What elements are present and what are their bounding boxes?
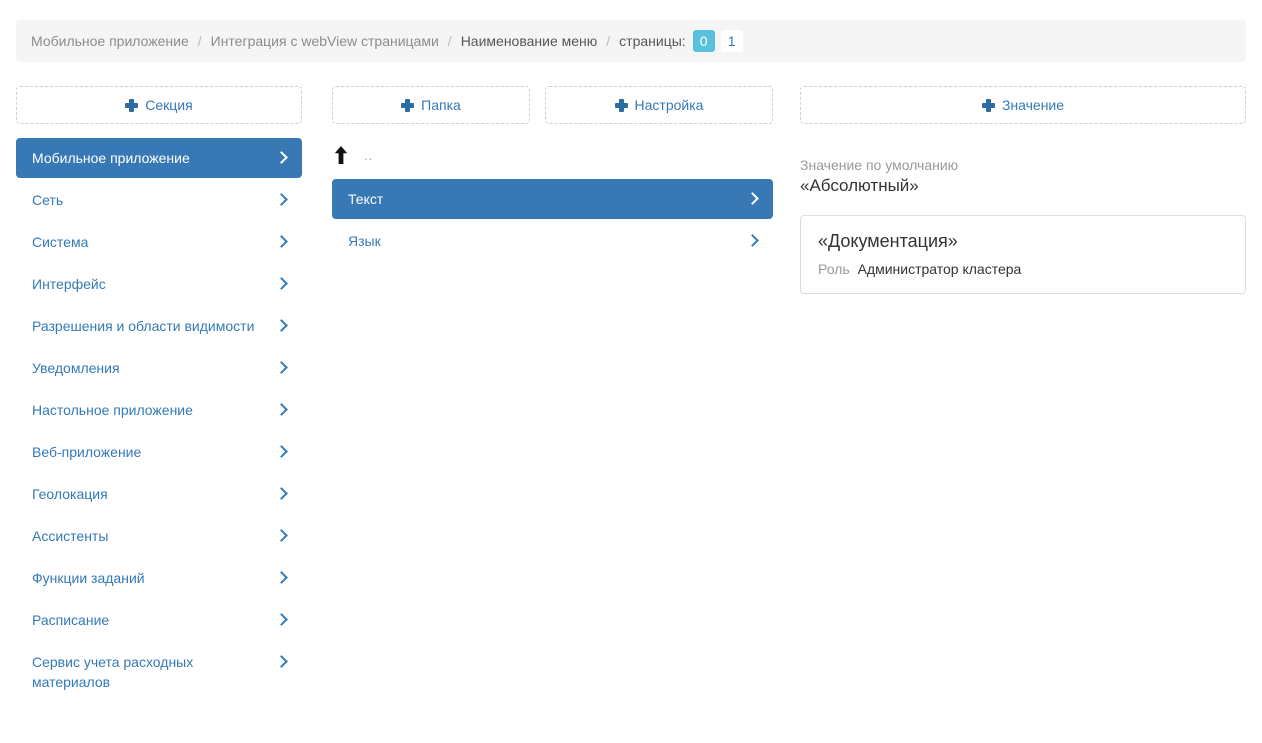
page-badge-0[interactable]: 0	[693, 30, 715, 52]
tree-list: Текст Язык	[332, 179, 773, 261]
add-section-button[interactable]: Секция	[16, 86, 302, 124]
section-item-label: Система	[32, 232, 277, 252]
section-item-label: Веб-приложение	[32, 442, 277, 462]
section-item-interface[interactable]: Интерфейс	[16, 264, 302, 304]
section-item-geolocation[interactable]: Геолокация	[16, 474, 302, 514]
breadcrumb-link-mobile-app[interactable]: Мобильное приложение	[31, 33, 189, 49]
up-arrow-icon[interactable]	[334, 146, 348, 165]
breadcrumb-separator: /	[606, 33, 610, 49]
chevron-right-icon	[275, 571, 288, 584]
plus-icon	[125, 99, 138, 112]
sections-list: Мобильное приложение Сеть Система Интерф…	[16, 138, 302, 702]
breadcrumb-link-webview-integration[interactable]: Интеграция с webView страницами	[211, 33, 439, 49]
section-item-desktop-app[interactable]: Настольное приложение	[16, 390, 302, 430]
values-column: Значение Значение по умолчанию «Абсолютн…	[800, 86, 1246, 704]
tree-item-text[interactable]: Текст	[332, 179, 773, 219]
chevron-right-icon	[746, 192, 759, 205]
default-value-caption: Значение по умолчанию	[800, 157, 1246, 173]
chevron-right-icon	[275, 151, 288, 164]
section-item-label: Мобильное приложение	[32, 148, 277, 168]
add-folder-label: Папка	[421, 97, 461, 113]
up-level-label[interactable]: ..	[364, 148, 373, 163]
section-item-consumables-service[interactable]: Сервис учета расходных материалов	[16, 642, 302, 702]
sections-column: Секция Мобильное приложение Сеть Система…	[16, 86, 302, 704]
tree-item-label: Текст	[348, 189, 748, 209]
role-label: Роль	[818, 261, 850, 277]
section-item-task-functions[interactable]: Функции заданий	[16, 558, 302, 598]
chevron-right-icon	[275, 403, 288, 416]
section-item-label: Интерфейс	[32, 274, 277, 294]
section-item-network[interactable]: Сеть	[16, 180, 302, 220]
value-card[interactable]: «Документация» Роль Администратор класте…	[800, 215, 1246, 294]
chevron-right-icon	[746, 234, 759, 247]
pages-label: страницы:	[619, 33, 686, 49]
section-item-label: Настольное приложение	[32, 400, 277, 420]
chevron-right-icon	[275, 193, 288, 206]
chevron-right-icon	[275, 235, 288, 248]
chevron-right-icon	[275, 361, 288, 374]
section-item-label: Сервис учета расходных материалов	[32, 652, 277, 692]
section-item-schedule[interactable]: Расписание	[16, 600, 302, 640]
default-value-text: «Абсолютный»	[800, 176, 1246, 196]
add-setting-label: Настройка	[635, 97, 704, 113]
section-item-label: Разрешения и области видимости	[32, 316, 277, 336]
add-folder-button[interactable]: Папка	[332, 86, 530, 124]
add-setting-button[interactable]: Настройка	[545, 86, 773, 124]
tree-item-language[interactable]: Язык	[332, 221, 773, 261]
section-item-label: Ассистенты	[32, 526, 277, 546]
value-card-title: «Документация»	[818, 231, 1228, 252]
page-badge-1[interactable]: 1	[721, 30, 743, 52]
chevron-right-icon	[275, 613, 288, 626]
add-value-button[interactable]: Значение	[800, 86, 1246, 124]
section-item-notifications[interactable]: Уведомления	[16, 348, 302, 388]
section-item-system[interactable]: Система	[16, 222, 302, 262]
tree-column: Папка Настройка .. Текст Язык	[332, 86, 773, 704]
tree-item-label: Язык	[348, 231, 748, 251]
role-value: Администратор кластера	[858, 261, 1022, 277]
plus-icon	[401, 99, 414, 112]
breadcrumb-separator: /	[198, 33, 202, 49]
add-value-label: Значение	[1002, 97, 1064, 113]
section-item-web-app[interactable]: Веб-приложение	[16, 432, 302, 472]
breadcrumb: Мобильное приложение / Интеграция с webV…	[16, 20, 1246, 62]
section-item-label: Расписание	[32, 610, 277, 630]
chevron-right-icon	[275, 529, 288, 542]
section-item-mobile-app[interactable]: Мобильное приложение	[16, 138, 302, 178]
tree-up-row: ..	[334, 143, 773, 167]
section-item-assistants[interactable]: Ассистенты	[16, 516, 302, 556]
chevron-right-icon	[275, 487, 288, 500]
chevron-right-icon	[275, 655, 288, 668]
section-item-label: Сеть	[32, 190, 277, 210]
breadcrumb-current-item[interactable]: Наименование меню	[461, 33, 598, 49]
tree-buttons-row: Папка Настройка	[332, 86, 773, 124]
chevron-right-icon	[275, 319, 288, 332]
section-item-label: Функции заданий	[32, 568, 277, 588]
section-item-permissions[interactable]: Разрешения и области видимости	[16, 306, 302, 346]
breadcrumb-separator: /	[448, 33, 452, 49]
chevron-right-icon	[275, 277, 288, 290]
section-item-label: Геолокация	[32, 484, 277, 504]
main-content: Секция Мобильное приложение Сеть Система…	[0, 86, 1262, 704]
section-item-label: Уведомления	[32, 358, 277, 378]
value-card-role-row: Роль Администратор кластера	[818, 261, 1228, 277]
plus-icon	[615, 99, 628, 112]
plus-icon	[982, 99, 995, 112]
chevron-right-icon	[275, 445, 288, 458]
add-section-label: Секция	[145, 97, 192, 113]
